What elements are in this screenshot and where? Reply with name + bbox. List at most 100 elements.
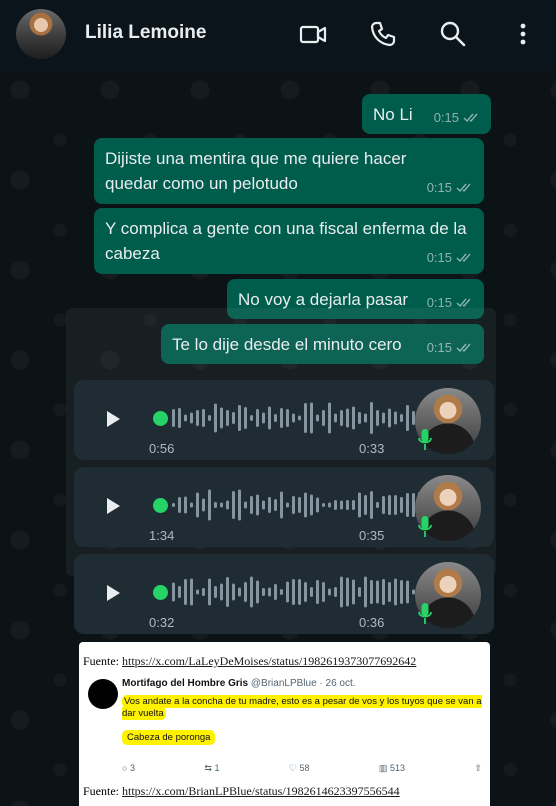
voice-time: 0:35 [359, 528, 385, 543]
waveform-bar [400, 414, 403, 422]
playback-scrubber[interactable] [153, 585, 168, 600]
contact-name[interactable]: Lilia Lemoine [85, 22, 206, 44]
waveform-bar [214, 403, 217, 433]
source-label: Fuente: [83, 654, 119, 668]
waveform-bar [184, 414, 187, 422]
waveform-bar [310, 494, 313, 516]
waveform-bar [232, 583, 235, 601]
waveform-bar [328, 402, 331, 434]
waveform-bar [382, 412, 385, 424]
waveform-bar [256, 580, 259, 604]
waveform-bar [310, 402, 313, 434]
waveform-bar [274, 584, 277, 600]
tweet-header: Mortifago del Hombre Gris @BrianLPBlue ·… [122, 678, 356, 689]
waveform-bar [388, 582, 391, 602]
message-bubble[interactable]: Y complica a gente con una fiscal enferm… [94, 208, 484, 274]
waveform-bar [370, 491, 373, 519]
waveform-bar [238, 489, 241, 521]
likes-count: ♡ 58 [288, 763, 310, 773]
waveform-bar [376, 580, 379, 604]
waveform-bar [190, 412, 193, 424]
source-link[interactable]: https://x.com/BrianLPBlue/status/1982614… [122, 784, 400, 798]
waveform-bar [406, 405, 409, 431]
waveform-bar [316, 580, 319, 604]
play-icon[interactable] [104, 496, 122, 516]
playback-scrubber[interactable] [153, 498, 168, 513]
waveform-bar [316, 414, 319, 422]
waveform-bar [232, 412, 235, 424]
waveform-bar [394, 411, 397, 425]
waveform-bar [226, 577, 229, 607]
waveform-bar [340, 410, 343, 426]
waveform-bar [220, 502, 223, 508]
waveform-bar [310, 587, 313, 597]
waveform-bar [244, 407, 247, 429]
waveform-bar [268, 587, 271, 597]
message-bubble[interactable]: No Li 0:15 [362, 94, 491, 134]
playback-scrubber[interactable] [153, 411, 168, 426]
tweet-body: Vos andate a la concha de tu madre, esto… [122, 695, 482, 745]
voice-note[interactable]: 1:34 0:35 [74, 467, 494, 547]
waveform-bar [214, 502, 217, 508]
waveform-bar [226, 500, 229, 510]
share-icon: ⇧ [474, 763, 482, 773]
waveform-bar [388, 408, 391, 428]
tweet-avatar [88, 679, 118, 709]
microphone-icon [418, 603, 432, 624]
waveform-bar [274, 499, 277, 511]
more-options-icon[interactable] [509, 20, 537, 48]
waveform-bar [214, 586, 217, 598]
waveform-bar [322, 410, 325, 426]
voice-note[interactable]: 0:32 0:36 [74, 554, 494, 634]
waveform-bar [376, 410, 379, 426]
read-ticks-icon [463, 113, 478, 123]
waveform-bar [322, 503, 325, 507]
waveform-bar [196, 589, 199, 595]
waveform-bar [196, 492, 199, 518]
waveform-bar [406, 493, 409, 517]
waveform-bar [202, 409, 205, 427]
waveform-bar [226, 410, 229, 426]
waveform-bar [238, 405, 241, 431]
source-bottom: Fuente: https://x.com/BrianLPBlue/status… [83, 784, 400, 799]
waveform-bar [202, 498, 205, 512]
read-ticks-icon [456, 253, 471, 263]
voice-note[interactable]: 0:56 0:33 [74, 380, 494, 460]
play-icon[interactable] [104, 583, 122, 603]
contact-avatar[interactable] [16, 9, 66, 59]
waveform-bar [256, 494, 259, 516]
source-link[interactable]: https://x.com/LaLeyDeMoises/status/19826… [122, 654, 416, 668]
waveform-bar [178, 497, 181, 513]
waveform-bar [340, 500, 343, 510]
waveform-bar [328, 588, 331, 596]
waveform-bar [280, 408, 283, 428]
search-icon[interactable] [439, 20, 467, 48]
waveform-bar [244, 582, 247, 602]
waveform-bar [364, 495, 367, 515]
waveform-bar [382, 579, 385, 605]
waveform-bar [262, 588, 265, 596]
waveform-bar [208, 415, 211, 421]
message-text: Y complica a gente con una fiscal enferm… [105, 219, 467, 263]
waveform-bar [184, 579, 187, 605]
waveform-bar [178, 586, 181, 598]
waveform-bar [304, 492, 307, 518]
video-call-icon[interactable] [299, 20, 327, 48]
phone-icon[interactable] [369, 20, 397, 48]
waveform-bar [178, 408, 181, 428]
message-bubble[interactable]: Dijiste una mentira que me quiere hacer … [94, 138, 484, 204]
waveform-bar [184, 496, 187, 514]
waveform-bar [250, 496, 253, 514]
waveform-bar [286, 581, 289, 603]
waveform-bar [328, 502, 331, 508]
waveform-bar [400, 497, 403, 513]
image-message[interactable]: Fuente: https://x.com/LaLeyDeMoises/stat… [79, 642, 490, 806]
waveform-bar [358, 492, 361, 518]
play-icon[interactable] [104, 409, 122, 429]
waveform-bar [400, 580, 403, 604]
read-ticks-icon [456, 298, 471, 308]
views-count: ▥ 513 [378, 763, 405, 773]
waveform-bar [406, 580, 409, 604]
waveform-bar [346, 500, 349, 510]
waveform-bar [334, 413, 337, 423]
